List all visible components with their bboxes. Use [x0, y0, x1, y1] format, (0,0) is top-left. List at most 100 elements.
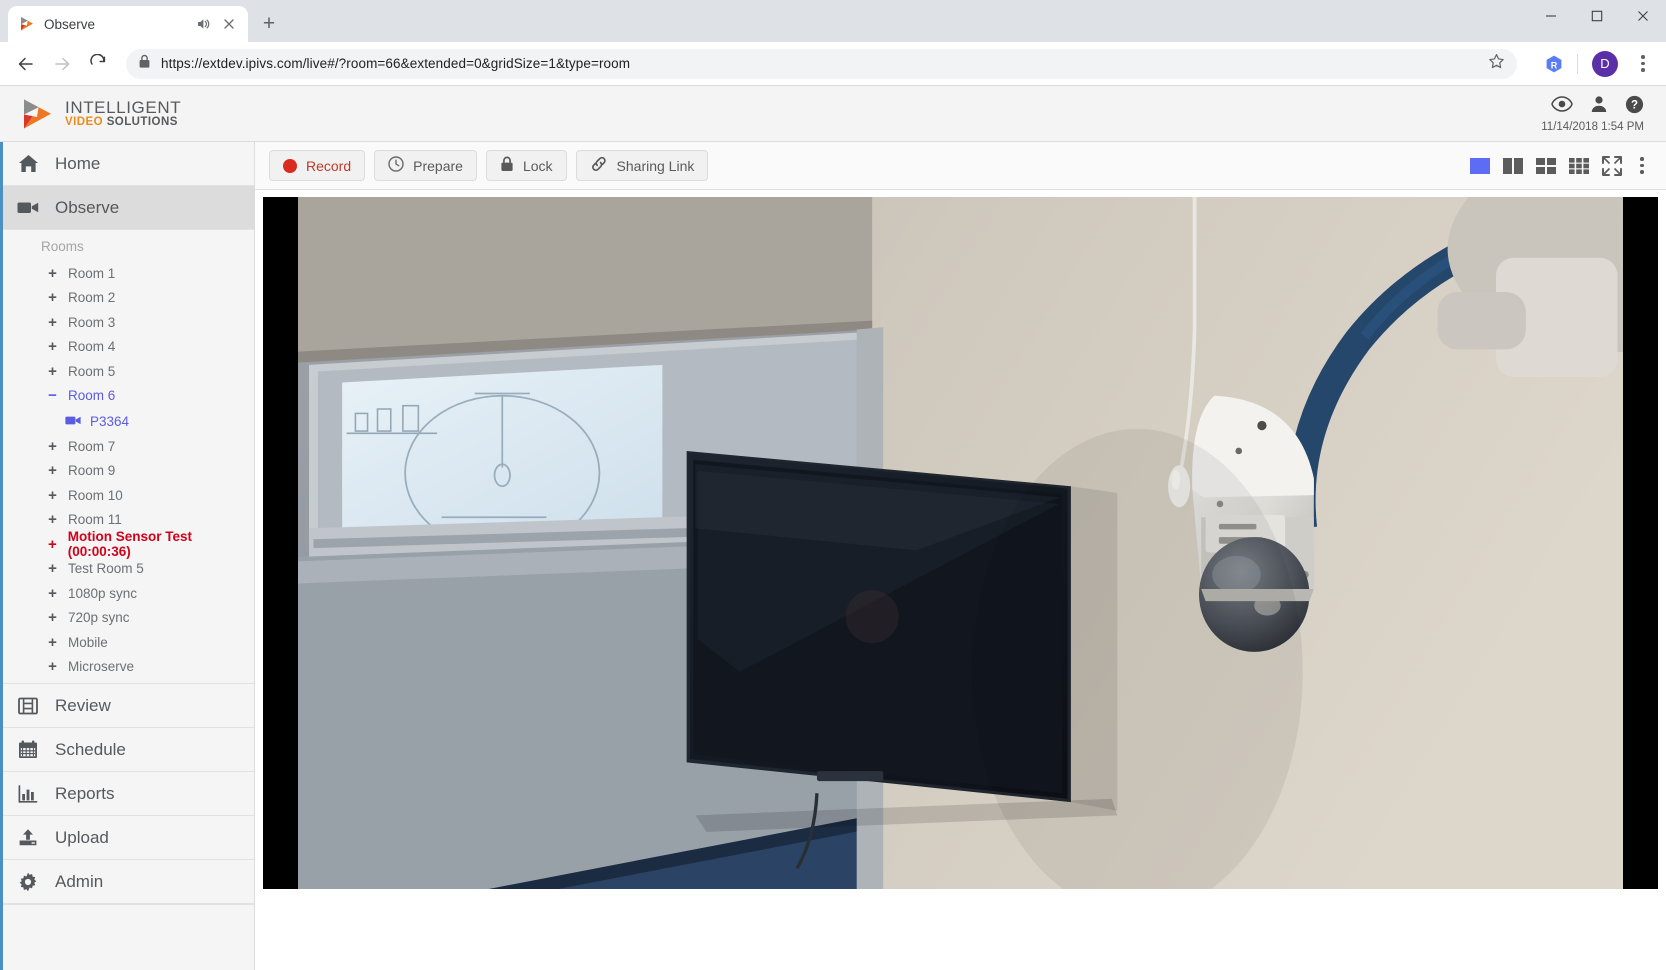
grid-1x1-icon[interactable] — [1469, 155, 1491, 177]
forward-button[interactable] — [46, 48, 78, 80]
video-stage — [298, 197, 1623, 889]
svg-text:?: ? — [1631, 99, 1638, 111]
speaker-icon[interactable] — [194, 15, 212, 33]
camera-item-p3364[interactable]: P3364 — [3, 408, 254, 434]
room-item[interactable]: + 1080p sync — [3, 581, 254, 606]
room-label: Room 5 — [68, 363, 116, 379]
room-item[interactable]: + Room 2 — [3, 286, 254, 311]
grid-2-column-icon[interactable] — [1502, 155, 1524, 177]
sidebar-item-review[interactable]: Review — [3, 684, 254, 728]
vertical-dots-icon[interactable] — [1634, 157, 1650, 174]
app-header: INTELLIGENT VIDEO SOLUTIONS ? 11/14/2018… — [0, 86, 1666, 142]
letterbox-right — [1623, 197, 1658, 889]
expand-icon[interactable]: + — [47, 512, 58, 527]
expand-icon[interactable]: + — [47, 537, 58, 552]
expand-icon[interactable]: + — [47, 488, 58, 503]
room-item[interactable]: + Room 3 — [3, 310, 254, 335]
room-item[interactable]: + Room 10 — [3, 483, 254, 508]
room-item[interactable]: + Room 1 — [3, 261, 254, 286]
logo-video-text: VIDEO — [65, 116, 104, 129]
grid-2x2-icon[interactable] — [1535, 155, 1557, 177]
expand-icon[interactable]: + — [47, 586, 58, 601]
room-item[interactable]: + 720p sync — [3, 606, 254, 631]
room-label: 1080p sync — [68, 585, 138, 601]
sidebar-item-observe[interactable]: Observe — [3, 186, 254, 230]
logo-primary-text: INTELLIGENT — [65, 97, 182, 117]
expand-icon[interactable]: + — [47, 266, 58, 281]
room-item[interactable]: + Microserve — [3, 655, 254, 680]
eye-icon[interactable] — [1551, 96, 1573, 117]
extension-icon[interactable]: R — [1543, 54, 1563, 74]
minimize-button[interactable] — [1528, 0, 1574, 32]
address-bar[interactable]: https://extdev.ipivs.com/live#/?room=66&… — [126, 48, 1517, 79]
expand-icon[interactable]: + — [47, 315, 58, 330]
browser-window: Observe + https://extdev.ipivs.com/live#… — [0, 0, 1666, 970]
sidebar-item-schedule[interactable]: Schedule — [3, 728, 254, 772]
lock-button-label: Lock — [522, 157, 553, 174]
camera-label: P3364 — [90, 413, 130, 429]
room-label: Room 1 — [68, 265, 116, 281]
app-logo[interactable]: INTELLIGENT VIDEO SOLUTIONS — [20, 98, 181, 130]
room-item-selected[interactable]: − Room 6 — [3, 384, 254, 409]
expand-icon[interactable]: + — [47, 364, 58, 379]
close-icon[interactable] — [220, 15, 238, 33]
profile-avatar[interactable]: D — [1592, 50, 1618, 77]
room-item[interactable]: + Room 7 — [3, 434, 254, 459]
expand-icon[interactable]: + — [47, 659, 58, 674]
back-button[interactable] — [10, 48, 42, 80]
app-body: Home Observe Rooms + Room 1 + Room 2 + R… — [0, 142, 1666, 970]
expand-icon[interactable]: + — [47, 635, 58, 650]
expand-icon[interactable]: + — [47, 463, 58, 478]
prepare-button[interactable]: Prepare — [374, 150, 477, 181]
sidebar-item-label: Home — [55, 153, 101, 173]
room-label: Room 10 — [68, 487, 123, 503]
ivs-play-icon — [20, 98, 54, 130]
star-icon[interactable] — [1488, 53, 1505, 75]
room-label: Room 7 — [68, 438, 116, 454]
expand-icon[interactable]: + — [47, 561, 58, 576]
sidebar-item-label: Reports — [55, 783, 115, 803]
collapse-icon[interactable]: − — [47, 388, 58, 403]
room-item[interactable]: + Test Room 5 — [3, 557, 254, 582]
room-item[interactable]: + Mobile — [3, 630, 254, 655]
lock-icon — [500, 156, 514, 175]
logo-solutions-text: SOLUTIONS — [103, 116, 178, 129]
expand-icon[interactable]: + — [47, 439, 58, 454]
record-button[interactable]: Record — [269, 150, 366, 181]
header-right: ? 11/14/2018 1:54 PM — [1541, 95, 1648, 133]
room-label: Mobile — [68, 634, 108, 650]
expand-icon[interactable]: + — [47, 610, 58, 625]
room-item[interactable]: + Room 9 — [3, 459, 254, 484]
expand-icon[interactable]: + — [47, 339, 58, 354]
fullscreen-expand-icon[interactable] — [1601, 155, 1623, 177]
sidebar-item-reports[interactable]: Reports — [3, 772, 254, 816]
sidebar-item-home[interactable]: Home — [3, 142, 254, 186]
video-player[interactable] — [263, 197, 1658, 889]
user-icon[interactable] — [1590, 95, 1608, 118]
room-item[interactable]: + Room 4 — [3, 335, 254, 360]
sidebar-item-upload[interactable]: Upload — [3, 816, 254, 860]
main-content: Record Prepare Lock Sharing Link — [255, 142, 1666, 970]
new-tab-button[interactable]: + — [254, 9, 284, 39]
sharing-link-button[interactable]: Sharing Link — [575, 150, 709, 181]
browser-toolbar: https://extdev.ipivs.com/live#/?room=66&… — [0, 42, 1666, 86]
lock-button[interactable]: Lock — [485, 150, 567, 181]
help-icon[interactable]: ? — [1625, 95, 1644, 119]
grid-layout-controls — [1469, 155, 1652, 177]
room-item-recording[interactable]: + Motion Sensor Test (00:00:36) — [3, 529, 254, 559]
window-controls — [1528, 0, 1666, 42]
toolbar-divider — [1577, 53, 1578, 74]
clock-icon — [388, 156, 404, 175]
browser-tab[interactable]: Observe — [8, 6, 248, 42]
expand-icon[interactable]: + — [47, 290, 58, 305]
grid-3x3-icon[interactable] — [1568, 155, 1590, 177]
reload-button[interactable] — [82, 48, 114, 80]
room-item[interactable]: + Room 5 — [3, 359, 254, 384]
sidebar-item-admin[interactable]: Admin — [3, 860, 254, 904]
video-area-filler — [263, 889, 1658, 970]
kebab-menu-icon[interactable] — [1630, 55, 1656, 72]
close-window-button[interactable] — [1620, 0, 1666, 32]
application: INTELLIGENT VIDEO SOLUTIONS ? 11/14/2018… — [0, 86, 1666, 970]
maximize-button[interactable] — [1574, 0, 1620, 32]
video-camera-icon — [17, 200, 39, 215]
